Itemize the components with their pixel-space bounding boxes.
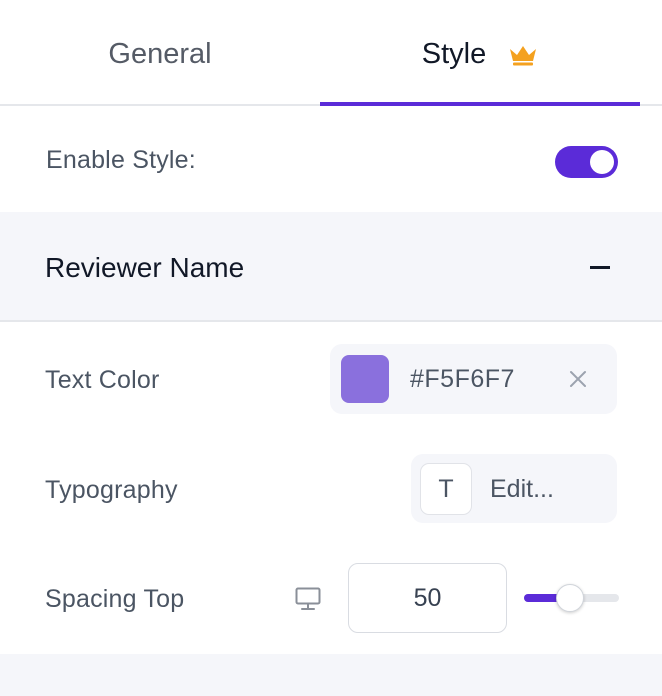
crown-icon	[508, 42, 538, 66]
tab-general-label: General	[108, 37, 212, 70]
enable-style-toggle[interactable]	[555, 146, 618, 178]
spacing-top-input[interactable]: 50	[348, 563, 507, 633]
next-section-band	[0, 654, 662, 696]
typography-icon: T	[420, 463, 472, 515]
tab-style[interactable]: Style	[320, 0, 640, 108]
typography-edit-button[interactable]: T Edit...	[411, 454, 617, 523]
minus-icon[interactable]	[590, 266, 610, 269]
color-swatch[interactable]	[341, 355, 389, 403]
close-icon[interactable]	[567, 368, 589, 390]
section-title: Reviewer Name	[45, 252, 245, 283]
tab-bar: General Style	[0, 0, 662, 108]
typography-label: Typography	[45, 476, 178, 504]
toggle-knob	[590, 150, 614, 174]
slider-thumb[interactable]	[555, 584, 584, 612]
color-hex-value: #F5F6F7	[410, 365, 515, 393]
spacing-top-slider[interactable]	[524, 584, 619, 612]
tab-general[interactable]: General	[0, 0, 320, 108]
tab-style-label: Style	[421, 37, 487, 70]
active-tab-indicator	[320, 102, 640, 106]
spacing-top-label: Spacing Top	[45, 585, 185, 613]
section-header-reviewer-name[interactable]: Reviewer Name	[0, 212, 662, 322]
text-color-picker[interactable]: #F5F6F7	[330, 344, 617, 414]
text-color-label: Text Color	[45, 366, 160, 394]
desktop-icon[interactable]	[294, 585, 322, 613]
enable-style-label: Enable Style:	[46, 146, 196, 174]
typography-edit-label: Edit...	[490, 475, 554, 503]
